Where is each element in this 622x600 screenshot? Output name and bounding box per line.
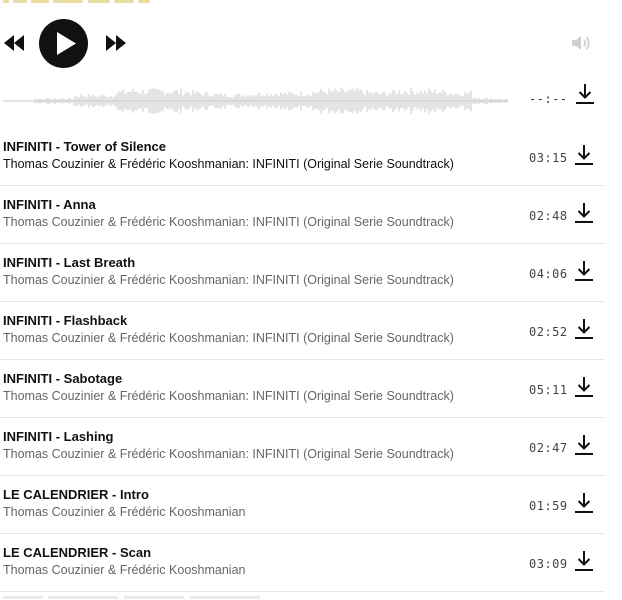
track-title: INFINITI - Lashing bbox=[3, 429, 114, 444]
track-row[interactable]: INFINITI - Flashback Thomas Couzinier & … bbox=[0, 302, 605, 360]
download-icon bbox=[575, 261, 593, 281]
track-row[interactable]: INFINITI - Last Breath Thomas Couzinier … bbox=[0, 244, 605, 302]
volume-icon bbox=[572, 36, 590, 50]
track-list: INFINITI - Tower of Silence Thomas Couzi… bbox=[0, 128, 605, 592]
track-artist: Thomas Couzinier & Frédéric Kooshmanian:… bbox=[3, 273, 454, 287]
download-icon bbox=[575, 435, 593, 455]
rewind-icon bbox=[4, 35, 24, 51]
track-duration: 02:52 bbox=[529, 325, 568, 339]
download-button[interactable] bbox=[574, 83, 596, 105]
track-row[interactable]: LE CALENDRIER - Intro Thomas Couzinier &… bbox=[0, 476, 605, 534]
track-artist: Thomas Couzinier & Frédéric Kooshmanian bbox=[3, 505, 246, 519]
track-title: INFINITI - Tower of Silence bbox=[3, 139, 166, 154]
track-row[interactable]: INFINITI - Tower of Silence Thomas Couzi… bbox=[0, 128, 605, 186]
track-duration: 05:11 bbox=[529, 383, 568, 397]
track-row[interactable]: INFINITI - Anna Thomas Couzinier & Frédé… bbox=[0, 186, 605, 244]
download-icon bbox=[575, 493, 593, 513]
partial-top-text bbox=[0, 0, 160, 4]
download-icon bbox=[575, 319, 593, 339]
track-download-button[interactable] bbox=[573, 434, 595, 456]
track-download-button[interactable] bbox=[573, 492, 595, 514]
download-icon bbox=[575, 203, 593, 223]
waveform-row: --:-- bbox=[0, 83, 605, 116]
fast-forward-button[interactable] bbox=[105, 34, 127, 52]
track-title: LE CALENDRIER - Scan bbox=[3, 545, 152, 560]
track-download-button[interactable] bbox=[573, 260, 595, 282]
track-duration: 03:15 bbox=[529, 151, 568, 165]
track-artist: Thomas Couzinier & Frédéric Kooshmanian:… bbox=[3, 331, 454, 345]
download-icon bbox=[575, 377, 593, 397]
track-artist: Thomas Couzinier & Frédéric Kooshmanian:… bbox=[3, 389, 454, 403]
rewind-button[interactable] bbox=[3, 34, 25, 52]
track-download-button[interactable] bbox=[573, 144, 595, 166]
track-artist: Thomas Couzinier & Frédéric Kooshmanian:… bbox=[3, 447, 454, 461]
track-artist: Thomas Couzinier & Frédéric Kooshmanian:… bbox=[3, 157, 454, 171]
download-icon bbox=[575, 551, 593, 571]
track-download-button[interactable] bbox=[573, 550, 595, 572]
track-title: INFINITI - Sabotage bbox=[3, 371, 123, 386]
track-download-button[interactable] bbox=[573, 376, 595, 398]
player-controls bbox=[0, 17, 605, 69]
fast-forward-icon bbox=[106, 35, 126, 51]
track-duration: 03:09 bbox=[529, 557, 568, 571]
track-artist: Thomas Couzinier & Frédéric Kooshmanian:… bbox=[3, 215, 454, 229]
track-title: LE CALENDRIER - Intro bbox=[3, 487, 149, 502]
track-duration: 02:47 bbox=[529, 441, 568, 455]
partial-bottom-text bbox=[0, 594, 300, 600]
track-title: INFINITI - Anna bbox=[3, 197, 96, 212]
play-icon bbox=[57, 32, 76, 55]
volume-button[interactable] bbox=[571, 33, 593, 53]
download-icon bbox=[575, 145, 593, 165]
current-time: --:-- bbox=[529, 92, 568, 106]
track-title: INFINITI - Last Breath bbox=[3, 255, 136, 270]
track-duration: 02:48 bbox=[529, 209, 568, 223]
track-artist: Thomas Couzinier & Frédéric Kooshmanian bbox=[3, 563, 246, 577]
track-row[interactable]: LE CALENDRIER - Scan Thomas Couzinier & … bbox=[0, 534, 605, 592]
track-duration: 01:59 bbox=[529, 499, 568, 513]
track-row[interactable]: INFINITI - Sabotage Thomas Couzinier & F… bbox=[0, 360, 605, 418]
waveform-seekbar[interactable] bbox=[3, 86, 508, 116]
track-download-button[interactable] bbox=[573, 202, 595, 224]
track-duration: 04:06 bbox=[529, 267, 568, 281]
download-icon bbox=[576, 84, 594, 104]
track-download-button[interactable] bbox=[573, 318, 595, 340]
track-title: INFINITI - Flashback bbox=[3, 313, 128, 328]
track-row[interactable]: INFINITI - Lashing Thomas Couzinier & Fr… bbox=[0, 418, 605, 476]
play-button[interactable] bbox=[39, 19, 88, 68]
